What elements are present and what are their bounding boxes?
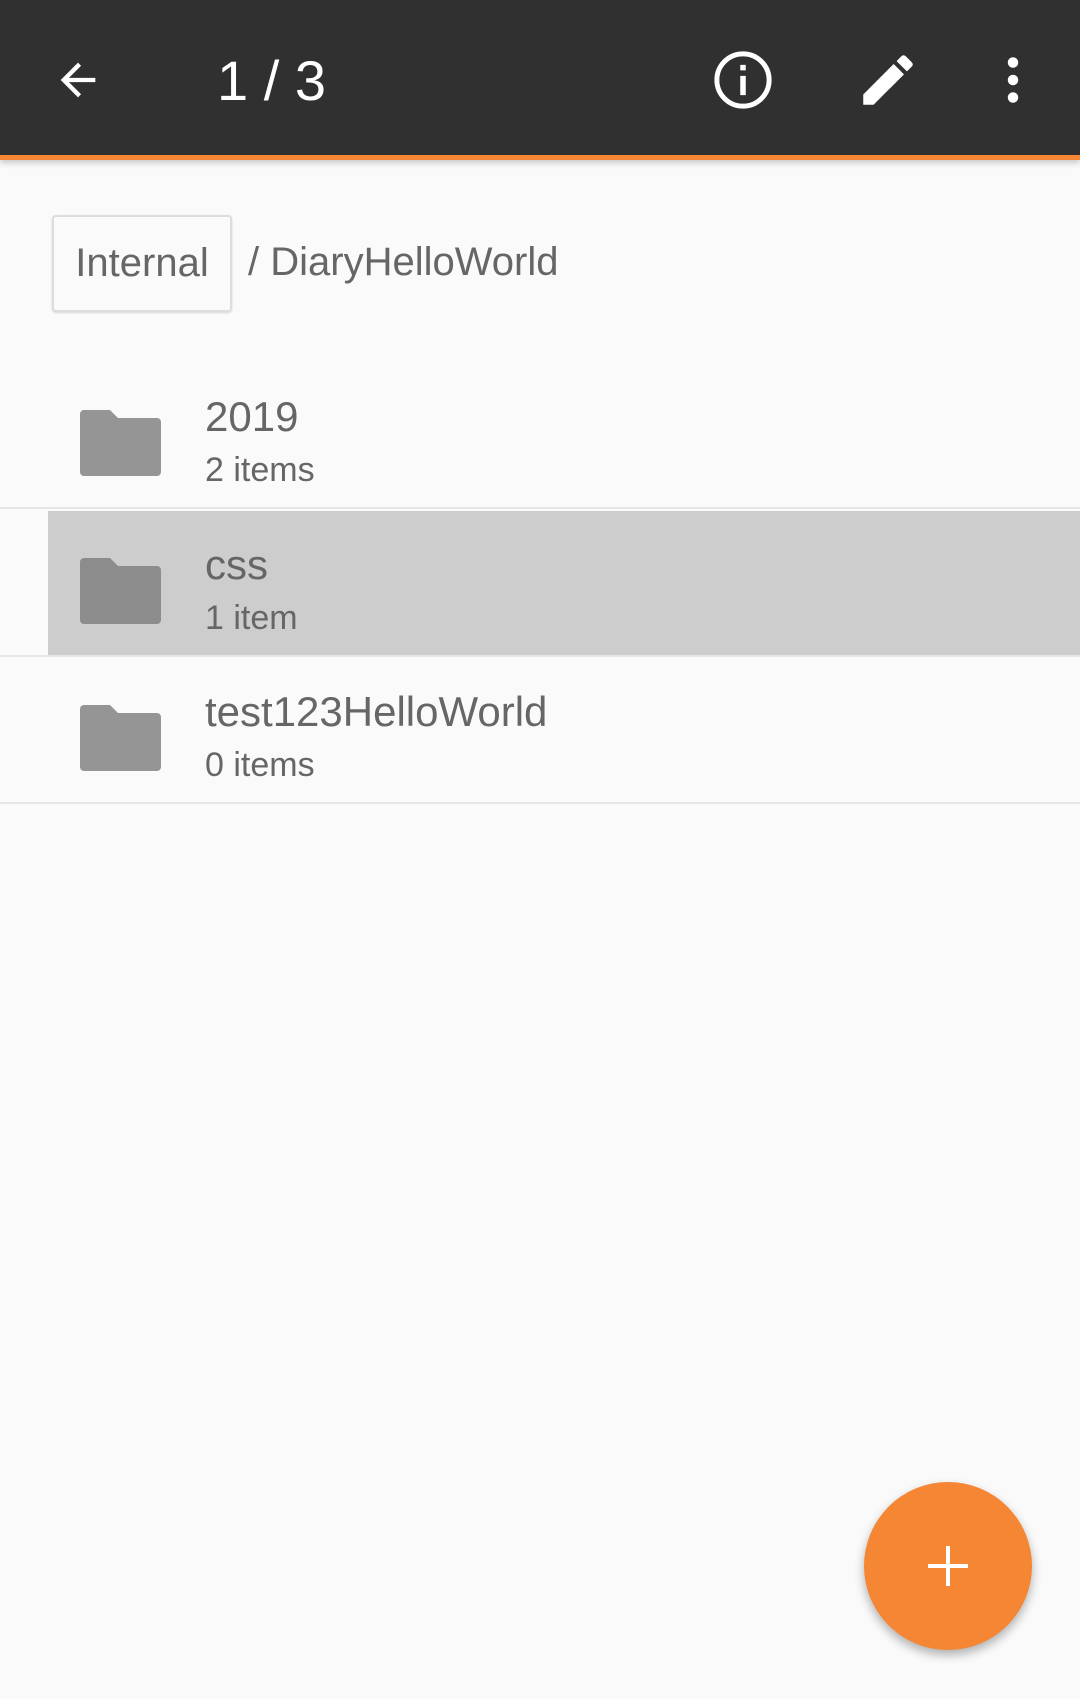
- back-button[interactable]: [38, 40, 118, 120]
- folder-icon: [80, 705, 161, 771]
- breadcrumb-root[interactable]: Internal: [52, 215, 232, 312]
- folder-icon: [80, 410, 161, 476]
- selection-highlight: [48, 511, 1080, 655]
- page-title: 1 / 3: [217, 49, 326, 112]
- edit-pencil-icon: [863, 55, 913, 105]
- more-vert-icon: [1007, 57, 1019, 103]
- more-options-button[interactable]: [973, 40, 1053, 120]
- folder-row[interactable]: test123HelloWorld 0 items: [0, 658, 1080, 804]
- arrow-back-icon: [60, 62, 96, 98]
- folder-row-selected[interactable]: css 1 item: [0, 511, 1080, 657]
- folder-name: 2019: [205, 393, 299, 440]
- plus-icon: [928, 1546, 968, 1586]
- add-fab-button[interactable]: [864, 1482, 1032, 1650]
- folder-name: css: [205, 541, 268, 588]
- info-button[interactable]: [703, 40, 783, 120]
- info-icon: [714, 51, 772, 109]
- breadcrumb-path[interactable]: / DiaryHelloWorld: [248, 240, 558, 285]
- folder-item-count: 2 items: [205, 451, 315, 489]
- edit-button[interactable]: [848, 40, 928, 120]
- folder-name: test123HelloWorld: [205, 688, 548, 735]
- folder-item-count: 1 item: [205, 599, 298, 637]
- toolbar: 1 / 3: [0, 0, 1080, 160]
- folder-item-count: 0 items: [205, 746, 315, 784]
- folder-icon: [80, 558, 161, 624]
- folder-row[interactable]: 2019 2 items: [0, 363, 1080, 509]
